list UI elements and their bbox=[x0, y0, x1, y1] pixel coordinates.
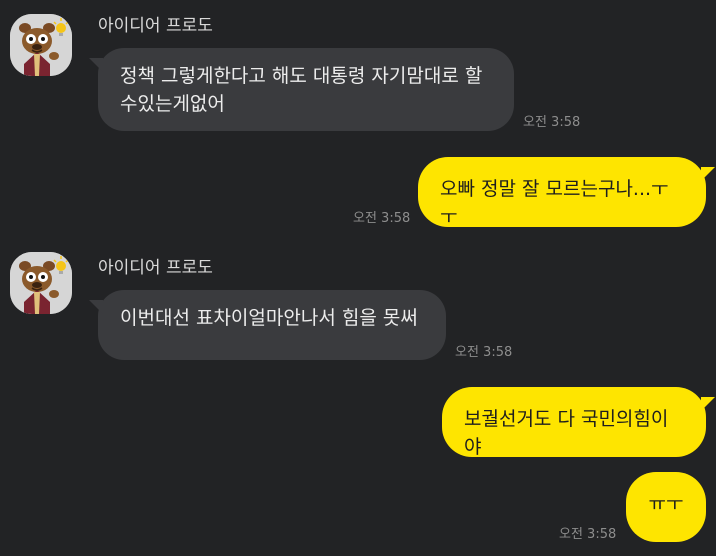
message-timestamp: 오전 3:58 bbox=[353, 211, 411, 226]
sender-name: 아이디어 프로도 bbox=[98, 258, 213, 278]
message-timestamp: 오전 3:58 bbox=[455, 345, 513, 360]
outgoing-message-bubble[interactable]: 오빠 정말 잘 모르는구나...ㅜㅜ bbox=[418, 157, 715, 228]
message-timestamp: 오전 3:58 bbox=[523, 115, 581, 130]
incoming-message-bubble[interactable]: 이번대선 표차이얼마안나서 힘을 못써 bbox=[89, 290, 446, 360]
incoming-message-bubble[interactable]: 정책 그렇게한다고 해도 대통령 자기맘대로 할 수있는게없어 bbox=[89, 48, 514, 131]
outgoing-message-bubble[interactable]: ㅠㅜ bbox=[626, 472, 706, 542]
message-timestamp: 오전 3:58 bbox=[559, 527, 617, 542]
chat-window: 아이디어 프로도 정책 그렇게한다고 해도 대통령 자기맘대로 할 수있는게없어… bbox=[0, 0, 716, 556]
sender-name: 아이디어 프로도 bbox=[98, 16, 213, 36]
frodo-avatar-icon[interactable] bbox=[10, 14, 72, 76]
frodo-avatar-icon[interactable] bbox=[10, 252, 72, 314]
outgoing-message-bubble[interactable]: 보궐선거도 다 국민의힘이야 bbox=[442, 387, 715, 458]
